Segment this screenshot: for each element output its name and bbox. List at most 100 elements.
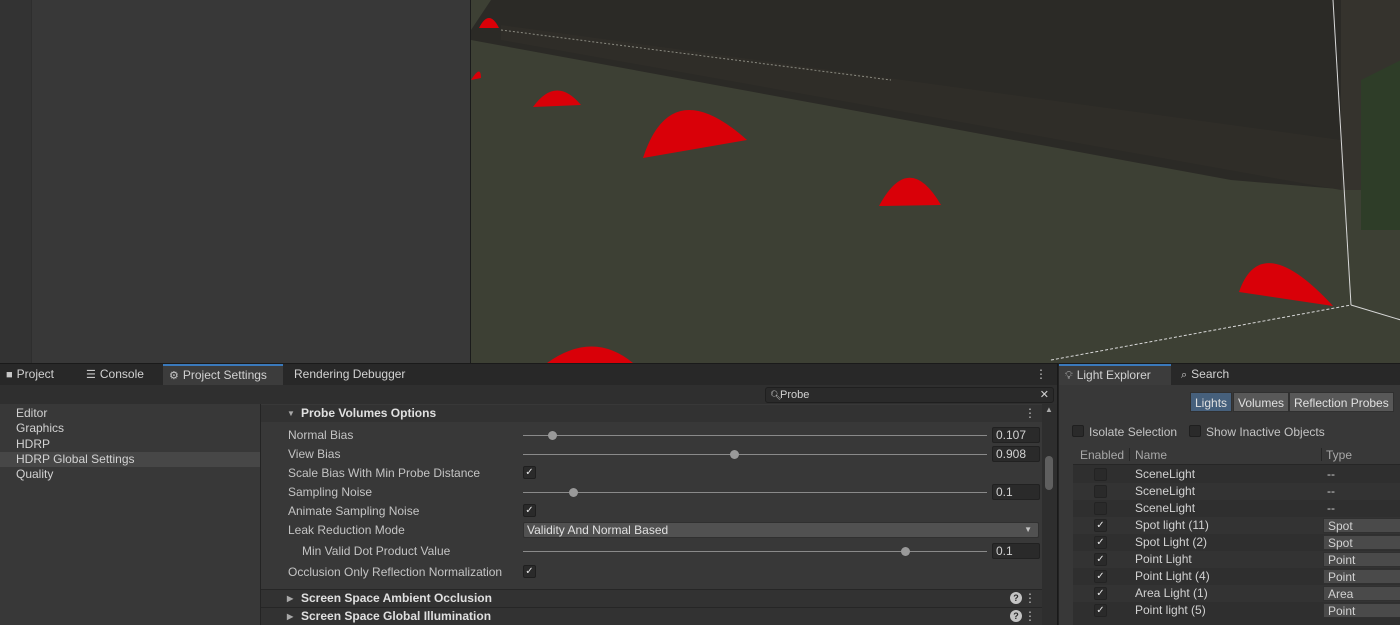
light-type: -- bbox=[1327, 501, 1335, 515]
left-panel bbox=[0, 0, 470, 363]
light-type: -- bbox=[1327, 467, 1335, 481]
light-name: SceneLight bbox=[1135, 501, 1196, 515]
light-enabled-checkbox[interactable]: ✓ bbox=[1094, 536, 1107, 549]
table-row[interactable]: ✓ Point Light Point bbox=[1073, 551, 1400, 568]
section-header-ssgi[interactable]: ▶ Screen Space Global Illumination ? ⋮ bbox=[261, 607, 1042, 625]
animate-noise-checkbox[interactable]: ✓ bbox=[523, 504, 536, 517]
isolate-selection-checkbox[interactable] bbox=[1072, 425, 1084, 437]
tab-project[interactable]: ■ Project bbox=[0, 364, 70, 385]
tab-console[interactable]: ☰ Console bbox=[80, 364, 162, 385]
light-explorer-panel: 💡︎ Light Explorer ⌕ Search Lights Volumes … bbox=[1058, 363, 1400, 625]
settings-list: Editor Graphics HDRP HDRP Global Setting… bbox=[0, 404, 261, 625]
scale-bias-checkbox[interactable]: ✓ bbox=[523, 466, 536, 479]
collapsed-arrow-icon: ▶ bbox=[287, 594, 294, 603]
normal-bias-slider[interactable] bbox=[523, 435, 987, 436]
content-scrollbar[interactable]: ▲ bbox=[1042, 404, 1057, 625]
occlusion-norm-checkbox[interactable]: ✓ bbox=[523, 565, 536, 578]
search-row: 🔍︎ Probe ✕ bbox=[0, 385, 1057, 404]
table-row[interactable]: ✓ Spot Light (2) Spot bbox=[1073, 534, 1400, 551]
column-name[interactable]: Name bbox=[1135, 448, 1167, 462]
settings-search-input[interactable]: 🔍︎ Probe ✕ bbox=[765, 387, 1054, 403]
tab-light-explorer[interactable]: 💡︎ Light Explorer bbox=[1059, 364, 1171, 385]
section-menu-kebab-icon[interactable]: ⋮ bbox=[1024, 405, 1036, 422]
settings-item-graphics[interactable]: Graphics bbox=[0, 421, 260, 436]
scrollbar-thumb[interactable] bbox=[1045, 456, 1053, 490]
light-enabled-checkbox[interactable] bbox=[1094, 485, 1107, 498]
table-row[interactable]: SceneLight -- bbox=[1073, 466, 1400, 483]
light-explorer-tabbar: 💡︎ Light Explorer ⌕ Search bbox=[1059, 364, 1400, 385]
gear-icon: ⚙ bbox=[169, 370, 179, 382]
scroll-up-arrow-icon[interactable]: ▲ bbox=[1045, 405, 1053, 414]
light-enabled-checkbox[interactable]: ✓ bbox=[1094, 587, 1107, 600]
folder-icon: ■ bbox=[6, 369, 13, 381]
sampling-noise-field[interactable]: 0.1 bbox=[992, 484, 1040, 500]
tab-menu-kebab-icon[interactable]: ⋮ bbox=[1035, 367, 1047, 381]
clear-search-icon[interactable]: ✕ bbox=[1040, 388, 1049, 402]
light-type-dropdown[interactable]: Point bbox=[1323, 603, 1400, 618]
bulb-icon: 💡︎ bbox=[1065, 370, 1073, 382]
normal-bias-label: Normal Bias bbox=[288, 428, 354, 442]
light-enabled-checkbox[interactable] bbox=[1094, 468, 1107, 481]
section-header-probe-volumes[interactable]: ▼ Probe Volumes Options ⋮ bbox=[261, 405, 1042, 422]
view-bias-slider-handle[interactable] bbox=[729, 450, 739, 459]
leak-mode-label: Leak Reduction Mode bbox=[288, 523, 405, 537]
view-bias-slider[interactable] bbox=[523, 454, 987, 455]
scene-render bbox=[471, 0, 1400, 363]
leak-mode-dropdown[interactable]: Validity And Normal Based ▼ bbox=[523, 522, 1039, 538]
table-row[interactable]: ✓ Point Light (4) Point bbox=[1073, 568, 1400, 585]
light-enabled-checkbox[interactable]: ✓ bbox=[1094, 553, 1107, 566]
table-row[interactable]: SceneLight -- bbox=[1073, 483, 1400, 500]
settings-item-hdrp-global[interactable]: HDRP Global Settings bbox=[0, 452, 260, 467]
scene-view[interactable] bbox=[470, 0, 1400, 363]
console-icon: ☰ bbox=[86, 369, 96, 381]
min-valid-dot-slider[interactable] bbox=[523, 551, 987, 552]
segment-reflection-probes[interactable]: Reflection Probes bbox=[1289, 392, 1394, 412]
table-row[interactable]: SceneLight -- bbox=[1073, 500, 1400, 517]
min-valid-dot-slider-handle[interactable] bbox=[900, 547, 910, 556]
light-type-dropdown[interactable]: Spot bbox=[1323, 518, 1400, 533]
min-valid-dot-field[interactable]: 0.1 bbox=[992, 543, 1040, 559]
settings-item-quality[interactable]: Quality bbox=[0, 467, 260, 482]
settings-item-editor[interactable]: Editor bbox=[0, 406, 260, 421]
view-bias-field[interactable]: 0.908 bbox=[992, 446, 1040, 462]
light-enabled-checkbox[interactable]: ✓ bbox=[1094, 604, 1107, 617]
light-explorer-segments: Lights Volumes Reflection Probes bbox=[1059, 385, 1400, 415]
table-row[interactable]: ✓ Area Light (1) Area bbox=[1073, 585, 1400, 602]
light-name: Point Light (4) bbox=[1135, 569, 1210, 583]
section-menu-kebab-icon[interactable]: ⋮ bbox=[1024, 590, 1036, 607]
segment-volumes[interactable]: Volumes bbox=[1233, 392, 1290, 412]
light-enabled-checkbox[interactable]: ✓ bbox=[1094, 570, 1107, 583]
section-header-ssao[interactable]: ▶ Screen Space Ambient Occlusion ? ⋮ bbox=[261, 589, 1042, 607]
sampling-noise-slider[interactable] bbox=[523, 492, 987, 493]
light-type-dropdown[interactable]: Point bbox=[1323, 569, 1400, 584]
segment-lights[interactable]: Lights bbox=[1190, 392, 1233, 412]
tab-search[interactable]: ⌕ Search bbox=[1175, 364, 1245, 385]
lights-table: Enabled Name Type SceneLight -- SceneLigh… bbox=[1073, 444, 1400, 625]
sampling-noise-slider-handle[interactable] bbox=[569, 488, 579, 497]
tab-project-settings[interactable]: ⚙ Project Settings bbox=[163, 364, 283, 385]
light-name: Point Light bbox=[1135, 552, 1192, 566]
light-name: Spot Light (2) bbox=[1135, 535, 1208, 549]
section-menu-kebab-icon[interactable]: ⋮ bbox=[1024, 608, 1036, 625]
light-enabled-checkbox[interactable] bbox=[1094, 502, 1107, 515]
column-enabled[interactable]: Enabled bbox=[1080, 448, 1124, 462]
settings-content: ▼ Probe Volumes Options ⋮ Normal Bias 0.… bbox=[261, 404, 1042, 625]
normal-bias-slider-handle[interactable] bbox=[547, 431, 557, 440]
light-type-dropdown[interactable]: Point bbox=[1323, 552, 1400, 567]
settings-item-hdrp[interactable]: HDRP bbox=[0, 437, 260, 452]
tab-rendering-debugger[interactable]: Rendering Debugger bbox=[288, 364, 418, 385]
show-inactive-checkbox[interactable] bbox=[1189, 425, 1201, 437]
light-type-dropdown[interactable]: Spot bbox=[1323, 535, 1400, 550]
table-row[interactable]: ✓ Point light (5) Point bbox=[1073, 602, 1400, 619]
help-icon[interactable]: ? bbox=[1010, 610, 1022, 622]
table-row[interactable]: ✓ Spot light (11) Spot bbox=[1073, 517, 1400, 534]
normal-bias-field[interactable]: 0.107 bbox=[992, 427, 1040, 443]
left-strip bbox=[0, 0, 32, 363]
light-enabled-checkbox[interactable]: ✓ bbox=[1094, 519, 1107, 532]
column-divider[interactable] bbox=[1129, 448, 1130, 461]
collapsed-arrow-icon: ▶ bbox=[287, 612, 294, 621]
help-icon[interactable]: ? bbox=[1010, 592, 1022, 604]
light-type-dropdown[interactable]: Area bbox=[1323, 586, 1400, 601]
column-type[interactable]: Type bbox=[1326, 448, 1352, 462]
column-divider[interactable] bbox=[1321, 448, 1322, 461]
